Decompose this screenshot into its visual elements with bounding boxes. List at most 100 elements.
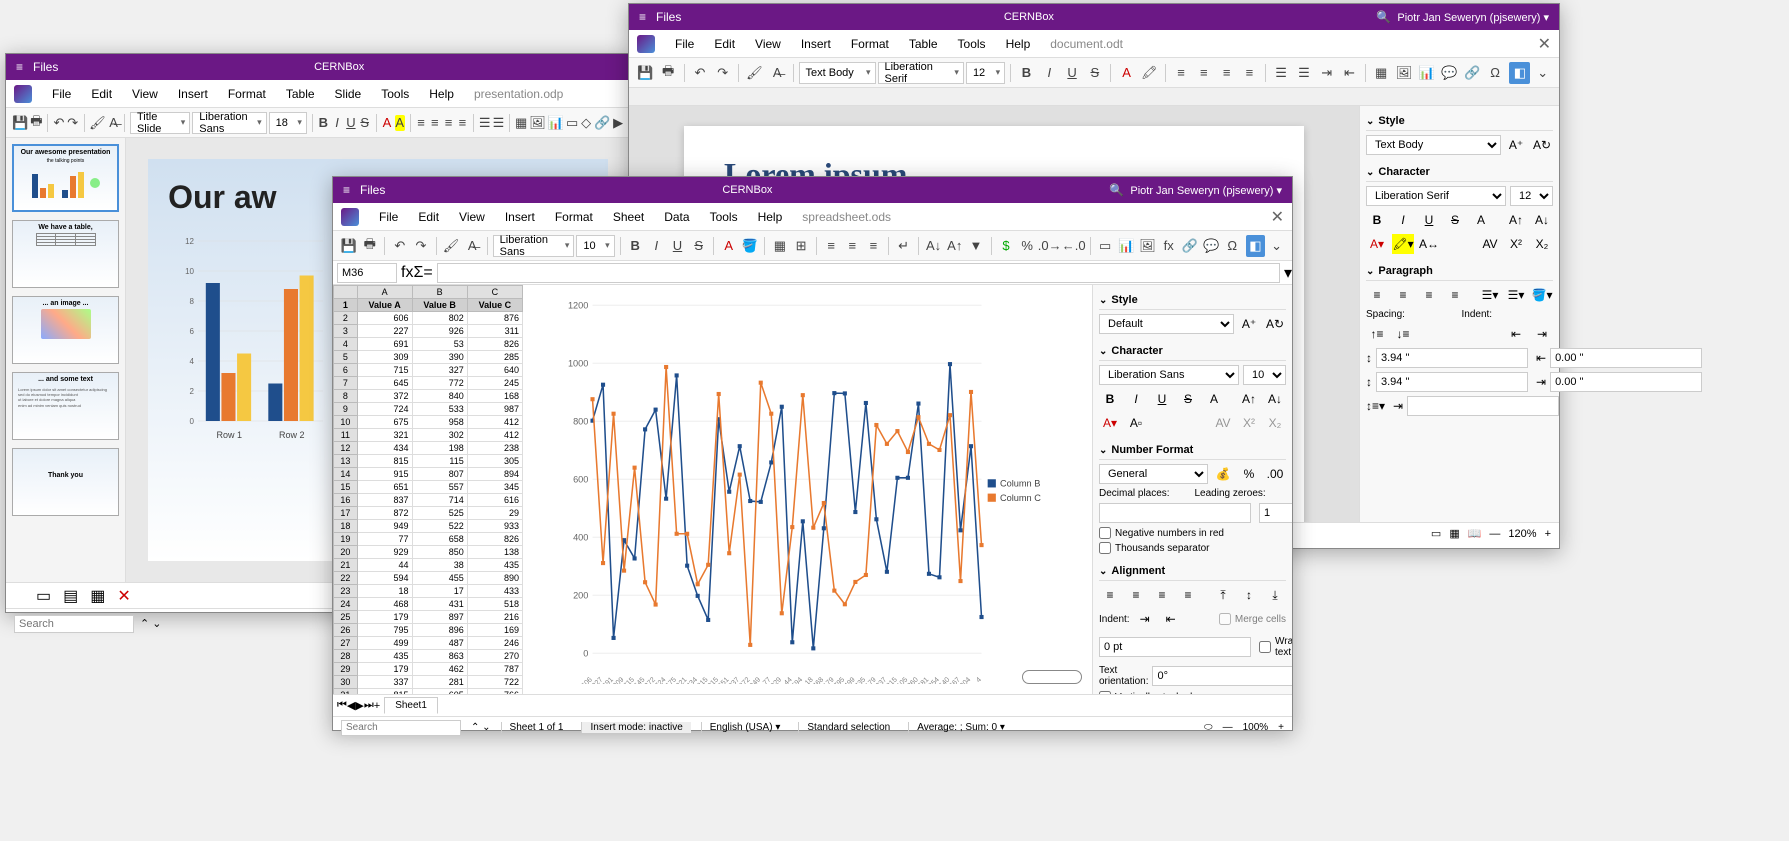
chart-icon[interactable]: 📊 [548, 112, 564, 134]
cell[interactable]: 390 [412, 351, 467, 364]
col-header[interactable]: C [467, 286, 522, 299]
menu-tools[interactable]: Tools [371, 83, 419, 105]
cell[interactable]: 412 [467, 416, 522, 429]
percent-icon[interactable]: % [1238, 464, 1260, 484]
style-section-header[interactable]: Style [1099, 291, 1286, 310]
number-format-header[interactable]: Number Format [1099, 441, 1286, 460]
last-sheet-icon[interactable]: ⏭ [364, 699, 374, 712]
underline-button[interactable]: U [668, 235, 687, 257]
row-header[interactable]: 31 [334, 689, 358, 695]
font-dropdown[interactable]: Liberation Sans [192, 112, 266, 134]
menu-help[interactable]: Help [419, 83, 464, 105]
cell[interactable]: 675 [357, 416, 412, 429]
menu-format[interactable]: Format [218, 83, 276, 105]
update-style-icon[interactable]: A↻ [1531, 135, 1553, 155]
cell[interactable]: 321 [357, 429, 412, 442]
align-justify-icon[interactable]: ≡ [1239, 62, 1260, 84]
bold-button[interactable]: B [1099, 389, 1121, 409]
cell[interactable]: 38 [412, 559, 467, 572]
menu-sheet[interactable]: Sheet [603, 206, 654, 228]
cell[interactable]: 787 [467, 663, 522, 676]
sidebar-toggle-icon[interactable]: ◧ [1509, 62, 1530, 84]
cell[interactable]: 795 [357, 624, 412, 637]
sum-display[interactable]: Average: ; Sum: 0 ▾ [908, 722, 1013, 733]
cell[interactable]: 17 [412, 585, 467, 598]
font-select[interactable]: Liberation Serif [1366, 186, 1506, 206]
function-icon[interactable]: fx [1159, 235, 1178, 257]
insert-mode[interactable]: Insert mode: inactive [581, 722, 690, 733]
cell[interactable]: 138 [467, 546, 522, 559]
link-icon[interactable]: 🔗 [594, 112, 610, 134]
strike-button[interactable]: S [689, 235, 708, 257]
underline-button[interactable]: U [345, 112, 357, 134]
menu-edit[interactable]: Edit [408, 206, 449, 228]
redo-icon[interactable]: ↷ [67, 112, 79, 134]
cell[interactable]: 44 [357, 559, 412, 572]
italic-button[interactable]: I [331, 112, 343, 134]
sidebar-toggle-icon[interactable]: ◧ [1246, 235, 1265, 257]
clear-format-icon[interactable]: A̶ [767, 62, 788, 84]
normal-view-icon[interactable]: ▭ [36, 586, 51, 606]
cell[interactable]: 77 [357, 533, 412, 546]
shrink-font-icon[interactable]: A↓ [1264, 389, 1286, 409]
style-select[interactable]: Text Body [1366, 135, 1501, 155]
row-header[interactable]: 2 [334, 312, 358, 325]
cell[interactable]: 840 [412, 390, 467, 403]
cell[interactable]: 724 [357, 403, 412, 416]
cell[interactable]: 29 [467, 507, 522, 520]
undo-icon[interactable]: ↶ [53, 112, 65, 134]
currency-icon[interactable]: $ [996, 235, 1015, 257]
numbering-icon[interactable]: ☰▾ [1505, 285, 1527, 305]
alignment-header[interactable]: Alignment [1099, 562, 1286, 581]
cell[interactable]: 305 [467, 455, 522, 468]
multi-page-icon[interactable]: ▦ [1449, 527, 1459, 540]
image-icon[interactable]: 🖼 [529, 112, 546, 134]
row-header[interactable]: 16 [334, 494, 358, 507]
align-left-icon[interactable]: ≡ [1171, 62, 1192, 84]
row-header[interactable]: 18 [334, 520, 358, 533]
percent-icon[interactable]: % [1018, 235, 1037, 257]
menu-view[interactable]: View [745, 33, 791, 55]
menu-table[interactable]: Table [276, 83, 325, 105]
new-style-icon[interactable]: A⁺ [1505, 135, 1527, 155]
indent-inc-icon[interactable]: ⇥ [1134, 609, 1156, 629]
menu-insert[interactable]: Insert [791, 33, 841, 55]
font-dropdown[interactable]: Liberation Serif [878, 62, 964, 84]
prev-sheet-icon[interactable]: ◀ [347, 699, 355, 712]
font-color-icon[interactable]: A [719, 235, 738, 257]
bold-button[interactable]: B [626, 235, 645, 257]
print-icon[interactable]: 🖶 [30, 112, 42, 134]
table-icon[interactable]: ▦ [1371, 62, 1392, 84]
indent-dec-icon[interactable]: ⇤ [1160, 609, 1182, 629]
kerning-icon[interactable]: AV [1479, 234, 1501, 254]
cell[interactable]: 435 [467, 559, 522, 572]
shapes-icon[interactable]: ◇ [580, 112, 592, 134]
space-above-icon[interactable]: ↑≡ [1366, 324, 1388, 344]
valign-bot-icon[interactable]: ⤓ [1264, 585, 1286, 605]
menu-format[interactable]: Format [841, 33, 899, 55]
strike-button[interactable]: S [1444, 210, 1466, 230]
align-right-icon[interactable]: ≡ [864, 235, 883, 257]
align-center-icon[interactable]: ≡ [1125, 585, 1147, 605]
cell[interactable]: 958 [412, 416, 467, 429]
cell[interactable]: 245 [467, 377, 522, 390]
cell[interactable]: 455 [412, 572, 467, 585]
selection-mode[interactable]: Standard selection [798, 722, 898, 733]
indent-inc-icon[interactable]: ⇥ [1316, 62, 1337, 84]
cell[interactable]: 872 [357, 507, 412, 520]
shrink-font-icon[interactable]: A↓ [1531, 210, 1553, 230]
align-right-icon[interactable]: ≡ [1418, 285, 1440, 305]
cell[interactable]: 933 [467, 520, 522, 533]
cell[interactable]: 772 [412, 377, 467, 390]
bg-color-icon[interactable]: 🪣▾ [1531, 285, 1553, 305]
cell[interactable]: 216 [467, 611, 522, 624]
cell[interactable]: 837 [357, 494, 412, 507]
cell[interactable]: 897 [412, 611, 467, 624]
row-header[interactable]: 5 [334, 351, 358, 364]
character-section-header[interactable]: Character [1099, 342, 1286, 361]
borders-icon[interactable]: ▦ [770, 235, 789, 257]
indent-dec-icon[interactable]: ⇤ [1505, 324, 1527, 344]
currency-icon[interactable]: 💰 [1212, 464, 1234, 484]
align-right-icon[interactable]: ≡ [1216, 62, 1237, 84]
cell[interactable]: 533 [412, 403, 467, 416]
